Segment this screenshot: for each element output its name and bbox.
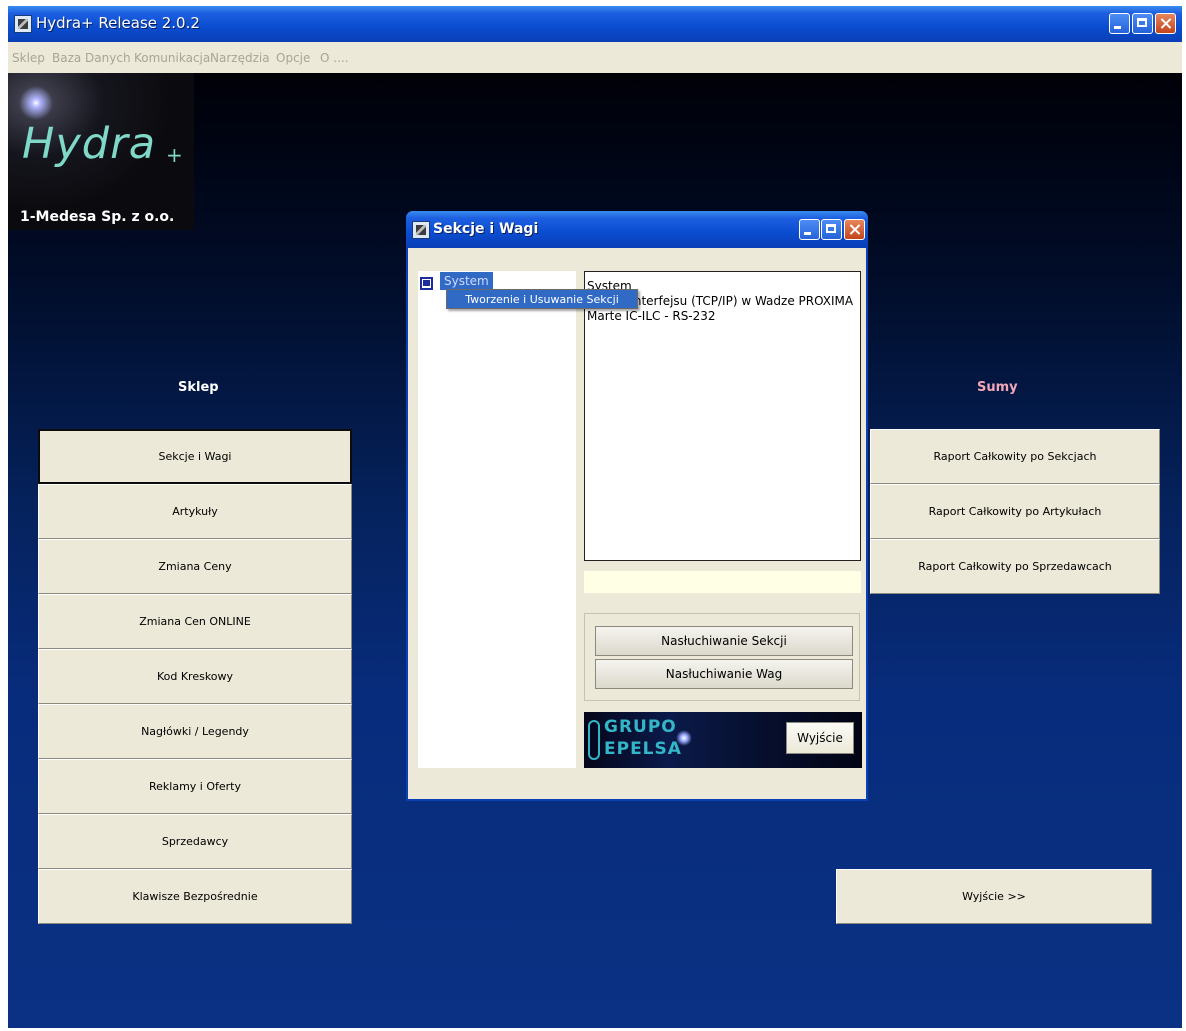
sekcje-dialog: Sekcje i Wagi System System Użycie Inter… <box>406 211 868 801</box>
computer-icon <box>420 277 433 290</box>
dialog-title: Sekcje i Wagi <box>433 221 539 237</box>
btn-reklamy-i-oferty[interactable]: Reklamy i Oferty <box>38 759 352 814</box>
btn-sekcje-i-wagi[interactable]: Sekcje i Wagi <box>38 429 352 484</box>
window-title: Hydra+ Release 2.0.2 <box>36 14 200 32</box>
info-text-box[interactable]: System Użycie Interfejsu (TCP/IP) w Wadz… <box>584 271 861 561</box>
dialog-close-button[interactable] <box>844 219 865 240</box>
dialog-app-icon[interactable] <box>412 221 430 239</box>
status-field <box>584 571 861 593</box>
menu-about[interactable]: O .... <box>320 51 349 65</box>
btn-zmiana-cen-online[interactable]: Zmiana Cen ONLINE <box>38 594 352 649</box>
btn-sprzedawcy[interactable]: Sprzedawcy <box>38 814 352 869</box>
btn-artykuly[interactable]: Artykuły <box>38 484 352 539</box>
dialog-maximize-button[interactable] <box>821 219 842 240</box>
logo-epelsa: EPELSA <box>604 739 682 759</box>
btn-wyjscie-main[interactable]: Wyjście >> <box>836 869 1152 924</box>
menu-narzedzia[interactable]: Narzędzia <box>210 51 270 65</box>
btn-raport-artykuly[interactable]: Raport Całkowity po Artykułach <box>870 484 1160 539</box>
btn-raport-sekcje[interactable]: Raport Całkowity po Sekcjach <box>870 429 1160 484</box>
btn-naglowki-legendy[interactable]: Nagłówki / Legendy <box>38 704 352 759</box>
maximize-button[interactable] <box>1132 13 1153 34</box>
dialog-minimize-button[interactable] <box>799 219 820 240</box>
listen-button-group: Nasłuchiwanie Sekcji Nasłuchiwanie Wag <box>584 613 860 701</box>
context-menu-create-delete-section[interactable]: Tworzenie i Usuwanie Sekcji <box>446 289 638 309</box>
menu-opcje[interactable]: Opcje <box>276 51 310 65</box>
company-name: 1-Medesa Sp. z o.o. <box>20 209 175 225</box>
logo-plus: + <box>166 143 183 167</box>
app-icon[interactable] <box>14 15 32 33</box>
hydra-logo: Hydra + 1-Medesa Sp. z o.o. <box>8 73 194 230</box>
info-line: Marte IC-ILC - RS-232 <box>587 309 716 323</box>
listen-scales-button[interactable]: Nasłuchiwanie Wag <box>595 659 853 689</box>
dialog-exit-button[interactable]: Wyjście <box>786 722 854 754</box>
menu-baza-danych[interactable]: Baza Danych <box>52 51 131 65</box>
section-tree[interactable]: System <box>418 271 576 768</box>
dialog-title-bar[interactable]: Sekcje i Wagi <box>406 211 868 248</box>
btn-klawisze-bezposrednie[interactable]: Klawisze Bezpośrednie <box>38 869 352 924</box>
btn-zmiana-ceny[interactable]: Zmiana Ceny <box>38 539 352 594</box>
listen-sections-button[interactable]: Nasłuchiwanie Sekcji <box>595 626 853 656</box>
minimize-button[interactable] <box>1109 13 1130 34</box>
main-content: Hydra + 1-Medesa Sp. z o.o. Sklep Sumy S… <box>8 73 1182 1028</box>
title-bar[interactable]: Hydra+ Release 2.0.2 <box>8 6 1182 42</box>
close-button[interactable] <box>1155 13 1176 34</box>
menu-bar: Sklep Baza Danych Komunikacja Narzędzia … <box>8 42 1182 73</box>
epelsa-mark-icon <box>588 720 600 760</box>
sumy-heading: Sumy <box>977 380 1018 395</box>
btn-kod-kreskowy[interactable]: Kod Kreskowy <box>38 649 352 704</box>
star-icon <box>676 730 692 746</box>
menu-sklep[interactable]: Sklep <box>12 51 45 65</box>
grupo-epelsa-logo: GRUPO EPELSA Wyjście <box>584 712 862 768</box>
btn-raport-sprzedawcy[interactable]: Raport Całkowity po Sprzedawcach <box>870 539 1160 594</box>
star-icon <box>16 83 56 123</box>
logo-text: Hydra <box>22 119 157 169</box>
menu-komunikacja[interactable]: Komunikacja <box>134 51 210 65</box>
sklep-heading: Sklep <box>178 380 219 395</box>
logo-grupo: GRUPO <box>604 717 677 737</box>
tree-node-system[interactable]: System <box>440 272 493 290</box>
main-window: Hydra+ Release 2.0.2 Sklep Baza Danych K… <box>8 6 1182 1028</box>
